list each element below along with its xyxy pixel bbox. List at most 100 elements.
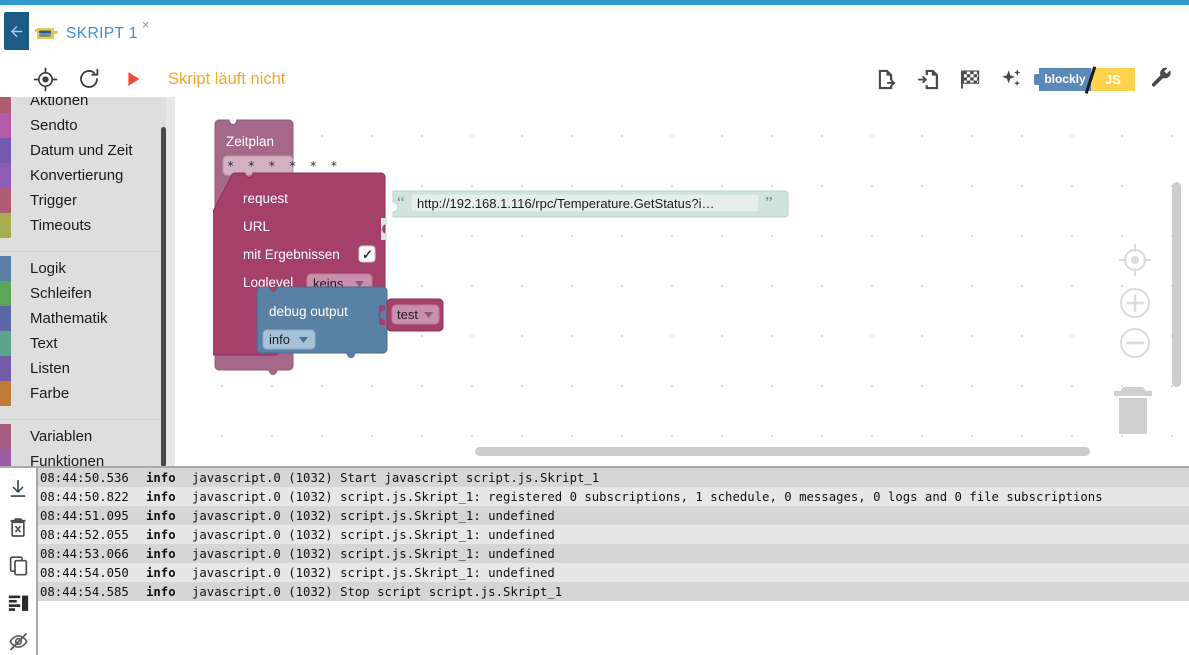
category-label: Variablen — [30, 428, 93, 445]
toolbox-category-sendto[interactable]: Sendto — [0, 113, 175, 138]
category-color-swatch — [0, 213, 11, 238]
category-label: Trigger — [30, 192, 77, 209]
debug-output-title: debug output — [269, 304, 348, 319]
toolbox-category-logik[interactable]: Logik — [0, 256, 175, 281]
back-button[interactable] — [4, 12, 29, 50]
copy-log-icon[interactable] — [6, 553, 30, 577]
log-level: info — [146, 489, 176, 504]
log-timestamp: 08:44:51.095 — [40, 508, 129, 523]
category-label: Schleifen — [30, 285, 92, 302]
workspace-horizontal-scrollbar[interactable] — [475, 447, 1090, 456]
scroll-to-bottom-icon[interactable] — [6, 477, 30, 501]
toolbox-category-mathematik[interactable]: Mathematik — [0, 306, 175, 331]
hide-log-icon[interactable] — [6, 629, 30, 653]
category-label: Datum und Zeit — [30, 142, 133, 159]
trash-icon[interactable] — [1109, 380, 1157, 441]
toolbox-category-farbe[interactable]: Farbe — [0, 381, 175, 406]
toolbox-category-aktionen[interactable]: Aktionen — [0, 97, 175, 113]
log-message: javascript.0 (1032) Stop script script.j… — [192, 584, 563, 599]
tab-label: SKRIPT 1 — [66, 25, 138, 42]
toolbox-scrollbar-track — [166, 97, 175, 466]
tab-script-1[interactable]: blockly SKRIPT 1 × — [30, 12, 157, 56]
log-message: javascript.0 (1032) Start javascript scr… — [192, 470, 600, 485]
log-timestamp: 08:44:53.066 — [40, 546, 129, 561]
target-locate-icon[interactable] — [30, 64, 60, 94]
toolbox-category-text[interactable]: Text — [0, 331, 175, 356]
checkered-flag-icon[interactable] — [955, 64, 985, 94]
blockly-toolbox[interactable]: Aktionen Sendto Datum und Zeit Konvertie… — [0, 97, 175, 466]
toolbox-category-datum-und-zeit[interactable]: Datum und Zeit — [0, 138, 175, 163]
export-blocks-icon[interactable] — [871, 64, 901, 94]
zoom-out-icon[interactable] — [1117, 325, 1153, 366]
log-level: info — [146, 546, 176, 561]
toolbox-category-funktionen[interactable]: Funktionen — [0, 449, 175, 466]
language-toggle[interactable]: blockly JS — [1034, 65, 1135, 94]
category-color-swatch — [0, 356, 11, 381]
category-color-swatch — [0, 138, 11, 163]
sparkles-icon[interactable] — [997, 64, 1027, 94]
log-row[interactable]: 08:44:50.822 info javascript.0 (1032) sc… — [38, 487, 1189, 506]
text-block-quote-open: “ — [397, 193, 405, 212]
log-level: info — [146, 584, 176, 599]
text-block-quote-close: ” — [765, 193, 773, 212]
log-timestamp: 08:44:50.822 — [40, 489, 129, 504]
script-editor-window: blockly SKRIPT 1 × Skript läuft nicht bl… — [0, 0, 1189, 655]
reload-icon[interactable] — [74, 64, 104, 94]
log-level: info — [146, 508, 176, 523]
log-panel: 08:44:50.536 info javascript.0 (1032) St… — [0, 466, 1189, 655]
block-stack[interactable]: Zeitplan * * * * * * request URL mit Erg… — [213, 118, 813, 388]
import-blocks-icon[interactable] — [913, 64, 943, 94]
log-row[interactable]: 08:44:50.536 info javascript.0 (1032) St… — [38, 468, 1189, 487]
toolbox-group-divider — [0, 419, 175, 420]
category-label: Timeouts — [30, 217, 92, 234]
toolbox-group-gap — [0, 238, 175, 247]
log-row[interactable]: 08:44:54.585 info javascript.0 (1032) St… — [38, 582, 1189, 601]
zoom-in-icon[interactable] — [1117, 285, 1153, 326]
tab-close-icon[interactable]: × — [142, 18, 150, 31]
toolbox-scrollbar-thumb[interactable] — [161, 127, 166, 466]
log-level: info — [146, 470, 176, 485]
editor-toolbar: Skript läuft nicht blockly JS — [0, 60, 1189, 98]
log-row[interactable]: 08:44:52.055 info javascript.0 (1032) sc… — [38, 525, 1189, 544]
log-row[interactable]: 08:44:51.095 info javascript.0 (1032) sc… — [38, 506, 1189, 525]
request-with-results-check: ✓ — [362, 247, 373, 262]
log-layout-icon[interactable] — [6, 591, 30, 615]
category-label: Sendto — [30, 117, 78, 134]
run-status-label: Skript läuft nicht — [168, 69, 286, 88]
toolbox-category-listen[interactable]: Listen — [0, 356, 175, 381]
editor-area: Aktionen Sendto Datum und Zeit Konvertie… — [0, 97, 1189, 466]
log-timestamp: 08:44:50.536 — [40, 470, 129, 485]
category-color-swatch — [0, 163, 11, 188]
toolbox-category-schleifen[interactable]: Schleifen — [0, 281, 175, 306]
recenter-icon[interactable] — [1117, 242, 1153, 283]
category-color-swatch — [0, 113, 11, 138]
blockly-workspace[interactable]: Zeitplan * * * * * * request URL mit Erg… — [175, 97, 1189, 466]
category-color-swatch — [0, 281, 11, 306]
lang-toggle-js[interactable]: JS — [1091, 67, 1135, 91]
toolbox-category-timeouts[interactable]: Timeouts — [0, 213, 175, 238]
block-text-url[interactable]: “ http://192.168.1.116/rpc/Temperature.G… — [381, 187, 791, 227]
category-label: Logik — [30, 260, 66, 277]
lang-toggle-wrapper[interactable]: blockly JS — [1034, 64, 1135, 94]
workspace-vertical-scrollbar[interactable] — [1172, 182, 1181, 387]
wrench-icon[interactable] — [1147, 64, 1177, 94]
block-debug-output[interactable]: debug output info — [256, 286, 388, 358]
log-entry-list[interactable]: 08:44:50.536 info javascript.0 (1032) St… — [38, 468, 1189, 655]
log-row[interactable]: 08:44:53.066 info javascript.0 (1032) sc… — [38, 544, 1189, 563]
toolbox-category-trigger[interactable]: Trigger — [0, 188, 175, 213]
toolbox-category-variablen[interactable]: Variablen — [0, 424, 175, 449]
tab-bar: blockly SKRIPT 1 × — [0, 8, 1189, 64]
toolbox-category-konvertierung[interactable]: Konvertierung — [0, 163, 175, 188]
log-timestamp: 08:44:54.050 — [40, 565, 129, 580]
lang-toggle-blockly[interactable]: blockly — [1034, 67, 1091, 91]
log-message: javascript.0 (1032) script.js.Skript_1: … — [192, 508, 555, 523]
category-color-swatch — [0, 97, 11, 113]
log-row[interactable]: 08:44:54.050 info javascript.0 (1032) sc… — [38, 563, 1189, 582]
text-block-value: http://192.168.1.116/rpc/Temperature.Get… — [417, 196, 715, 211]
play-icon[interactable] — [118, 64, 148, 94]
blockly-block-icon: blockly — [34, 26, 58, 42]
block-variable-test[interactable]: test — [386, 298, 444, 332]
clear-log-icon[interactable] — [6, 515, 30, 539]
toolbox-group-divider — [0, 251, 175, 252]
category-color-swatch — [0, 256, 11, 281]
